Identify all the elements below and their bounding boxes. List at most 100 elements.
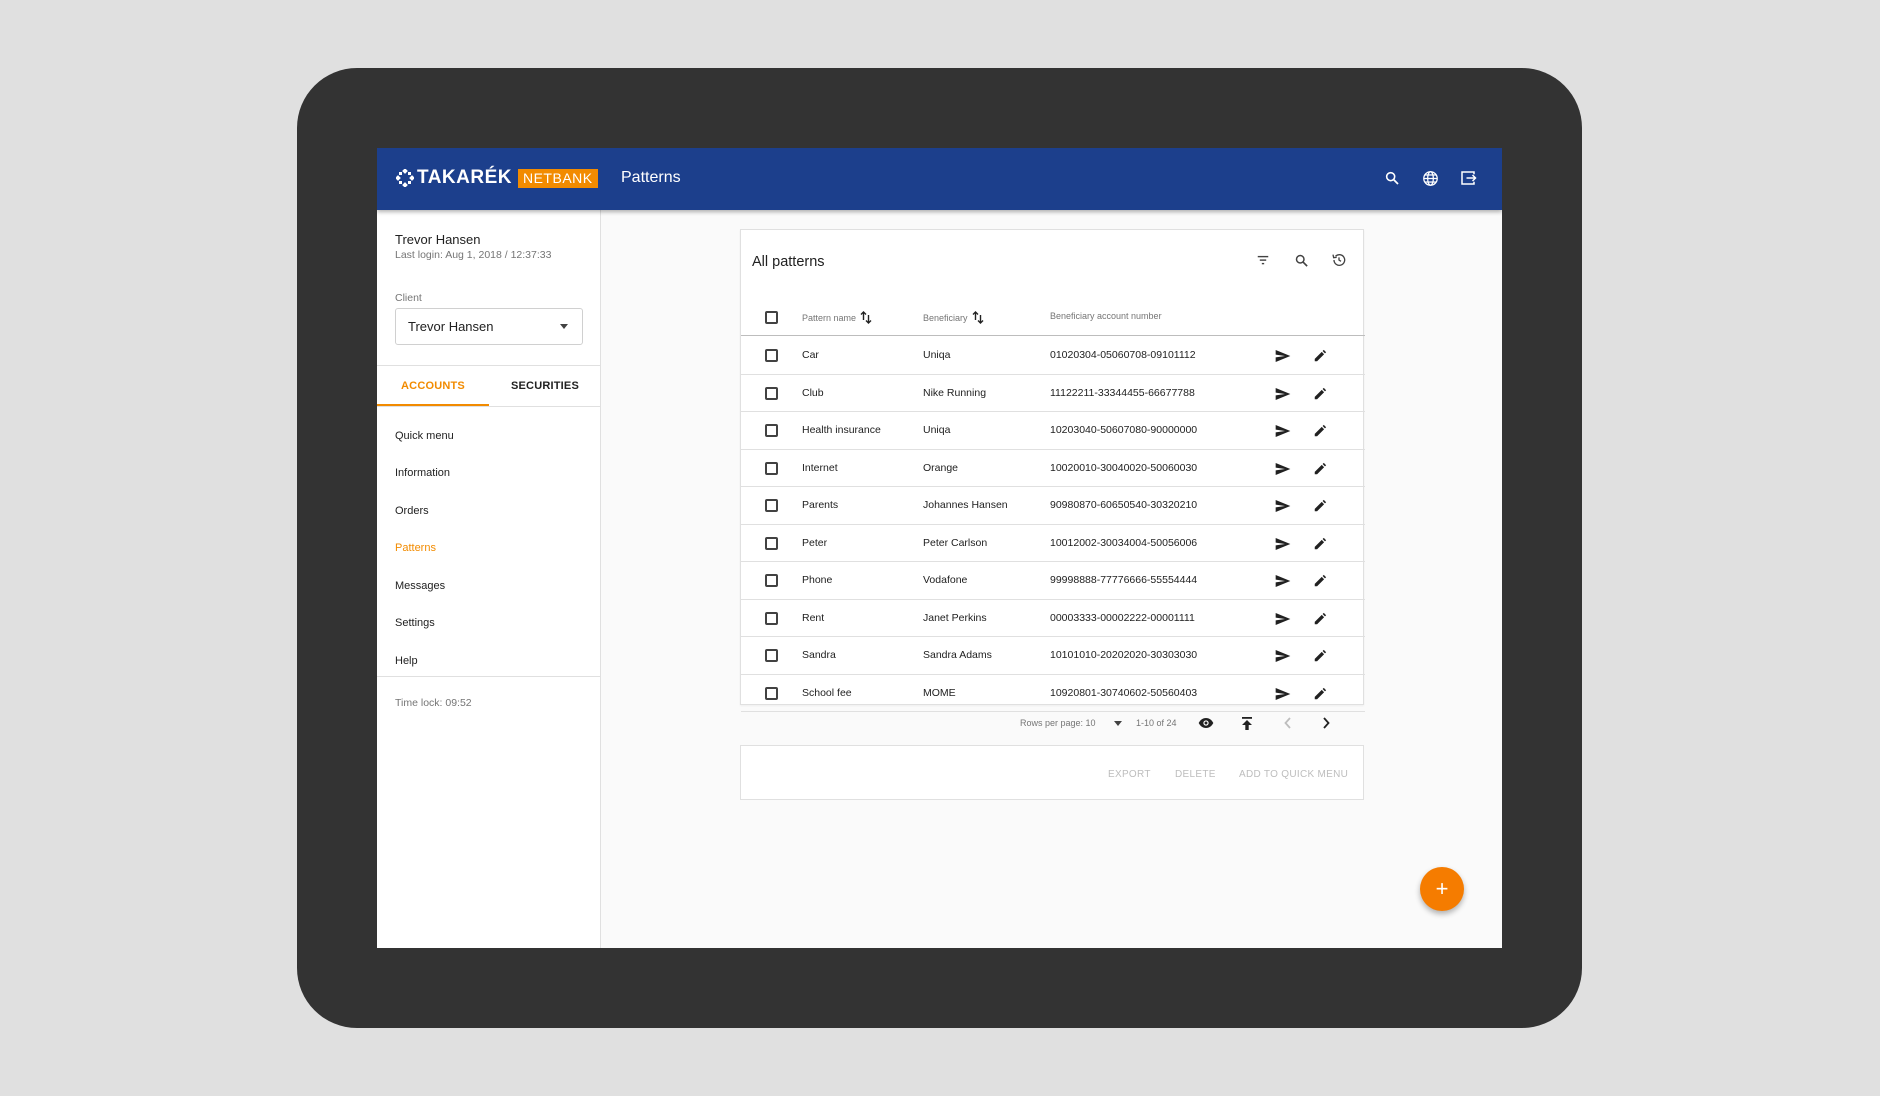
- brand-mark-icon: [396, 169, 414, 187]
- app-bar: TAKARÉK NETBANK Patterns: [377, 148, 1502, 210]
- column-header-pattern-name: Pattern name: [802, 311, 872, 324]
- row-checkbox[interactable]: [765, 574, 778, 587]
- cell-pattern-name: School fee: [802, 686, 852, 699]
- search-icon[interactable]: [1287, 246, 1315, 274]
- cell-beneficiary: Janet Perkins: [923, 611, 987, 624]
- send-icon[interactable]: [1271, 532, 1295, 556]
- client-select[interactable]: Trevor Hansen: [395, 308, 583, 345]
- table-row[interactable]: Club Nike Running 11122211-33344455-666777…: [741, 375, 1365, 412]
- next-page-icon[interactable]: [1314, 711, 1338, 735]
- send-icon[interactable]: [1271, 344, 1295, 368]
- send-icon[interactable]: [1271, 682, 1295, 706]
- sidebar-item-orders[interactable]: Orders: [377, 492, 601, 530]
- cell-beneficiary: Uniqa: [923, 424, 951, 436]
- column-header-account-number: Beneficiary account number: [1050, 311, 1162, 321]
- send-icon[interactable]: [1271, 569, 1295, 593]
- cell-account-number: 10203040-50607080-90000000: [1050, 424, 1198, 436]
- brand-logo[interactable]: TAKARÉK NETBANK: [396, 168, 598, 188]
- table-row[interactable]: Peter Peter Carlson 10012002-30034004-5005…: [741, 525, 1365, 562]
- row-checkbox[interactable]: [765, 386, 778, 400]
- history-icon[interactable]: [1325, 246, 1353, 274]
- edit-icon[interactable]: [1308, 419, 1332, 443]
- sort-icon[interactable]: [972, 311, 984, 324]
- time-lock: Time lock: 09:52: [395, 697, 472, 709]
- globe-icon[interactable]: [1416, 164, 1444, 192]
- table-row[interactable]: Rent Janet Perkins 00003333-00002222-00001…: [741, 600, 1365, 637]
- tab-securities[interactable]: SECURITIES: [489, 366, 601, 406]
- last-login: Last login: Aug 1, 2018 / 12:37:33: [395, 249, 552, 261]
- export-button[interactable]: EXPORT: [1108, 769, 1151, 780]
- add-pattern-button[interactable]: +: [1420, 867, 1464, 911]
- column-header-beneficiary: Beneficiary: [923, 311, 984, 324]
- cell-pattern-name: Peter: [802, 536, 828, 549]
- row-checkbox[interactable]: [765, 424, 778, 437]
- filter-icon[interactable]: [1249, 246, 1277, 274]
- cell-pattern-name: Phone: [802, 574, 833, 586]
- logout-icon[interactable]: [1454, 164, 1482, 192]
- send-icon[interactable]: [1271, 607, 1295, 631]
- table-body: Car Uniqa 01020304-05060708-09101112 Club Ni…: [741, 337, 1365, 712]
- row-checkbox[interactable]: [765, 686, 778, 700]
- sidebar-item-patterns[interactable]: Patterns: [377, 530, 601, 568]
- sidebar-item-information[interactable]: Information: [377, 455, 601, 493]
- delete-button[interactable]: DELETE: [1175, 769, 1216, 780]
- first-page-icon[interactable]: [1235, 711, 1259, 735]
- previous-page-icon[interactable]: [1276, 711, 1300, 735]
- row-checkbox[interactable]: [765, 349, 778, 362]
- sidebar-item-help[interactable]: Help: [377, 642, 601, 680]
- send-icon[interactable]: [1271, 457, 1295, 481]
- cell-account-number: 11122211-33344455-66677788: [1050, 386, 1195, 399]
- card-title: All patterns: [752, 254, 825, 270]
- table-row[interactable]: Car Uniqa 01020304-05060708-09101112: [741, 337, 1365, 375]
- row-checkbox[interactable]: [765, 536, 778, 550]
- edit-icon[interactable]: [1308, 344, 1332, 368]
- edit-icon[interactable]: [1308, 569, 1332, 593]
- bulk-actions-bar: EXPORT DELETE ADD TO QUICK MENU: [740, 745, 1364, 800]
- cell-account-number: 00003333-00002222-00001111: [1050, 611, 1195, 624]
- edit-icon[interactable]: [1308, 382, 1332, 406]
- eye-icon[interactable]: [1194, 711, 1218, 735]
- pagination-bar: Rows per page: 10 1-10 of 24: [741, 705, 1365, 741]
- sidebar-item-settings[interactable]: Settings: [377, 605, 601, 643]
- cell-pattern-name: Sandra: [802, 649, 836, 661]
- cell-beneficiary: Johannes Hansen: [923, 499, 1008, 511]
- row-checkbox[interactable]: [765, 611, 778, 625]
- send-icon[interactable]: [1271, 494, 1295, 518]
- send-icon[interactable]: [1271, 419, 1295, 443]
- search-icon[interactable]: [1378, 164, 1406, 192]
- select-all-checkbox[interactable]: [765, 311, 778, 324]
- edit-icon[interactable]: [1308, 532, 1332, 556]
- cell-account-number: 99998888-77776666-55554444: [1050, 574, 1198, 586]
- patterns-card: All patterns Pattern name Beneficiary Be…: [740, 229, 1365, 730]
- edit-icon[interactable]: [1308, 607, 1332, 631]
- table-row[interactable]: Parents Johannes Hansen 90980870-60650540-…: [741, 487, 1365, 525]
- send-icon[interactable]: [1271, 382, 1295, 406]
- table-row[interactable]: Health insurance Uniqa 10203040-50607080-9…: [741, 412, 1365, 450]
- sidebar-tabs: ACCOUNTS SECURITIES: [377, 366, 601, 406]
- edit-icon[interactable]: [1308, 644, 1332, 668]
- sort-icon[interactable]: [860, 311, 872, 324]
- edit-icon[interactable]: [1308, 494, 1332, 518]
- row-checkbox[interactable]: [765, 461, 778, 475]
- tab-accounts[interactable]: ACCOUNTS: [377, 366, 489, 406]
- brand-name: TAKARÉK: [417, 167, 512, 188]
- rows-per-page-dropdown[interactable]: [1114, 721, 1122, 726]
- cell-beneficiary: Peter Carlson: [923, 536, 988, 549]
- brand-badge: NETBANK: [517, 168, 598, 188]
- edit-icon[interactable]: [1308, 682, 1332, 706]
- add-to-quick-menu-button[interactable]: ADD TO QUICK MENU: [1239, 769, 1348, 780]
- table-row[interactable]: Phone Vodafone 99998888-77776666-55554444: [741, 562, 1365, 600]
- divider: [377, 676, 601, 677]
- app-screen: TAKARÉK NETBANK Patterns Trevor Hansen L…: [377, 148, 1502, 948]
- row-checkbox[interactable]: [765, 499, 778, 512]
- sidebar-item-messages[interactable]: Messages: [377, 567, 601, 605]
- cell-beneficiary: Vodafone: [923, 574, 968, 586]
- edit-icon[interactable]: [1308, 457, 1332, 481]
- table-row[interactable]: Internet Orange 10020010-30040020-50060030: [741, 450, 1365, 487]
- cell-pattern-name: Parents: [802, 499, 839, 511]
- cell-pattern-name: Car: [802, 349, 819, 361]
- table-row[interactable]: Sandra Sandra Adams 10101010-20202020-3030…: [741, 637, 1365, 675]
- send-icon[interactable]: [1271, 644, 1295, 668]
- row-checkbox[interactable]: [765, 649, 778, 662]
- sidebar-item-quick-menu[interactable]: Quick menu: [377, 417, 601, 455]
